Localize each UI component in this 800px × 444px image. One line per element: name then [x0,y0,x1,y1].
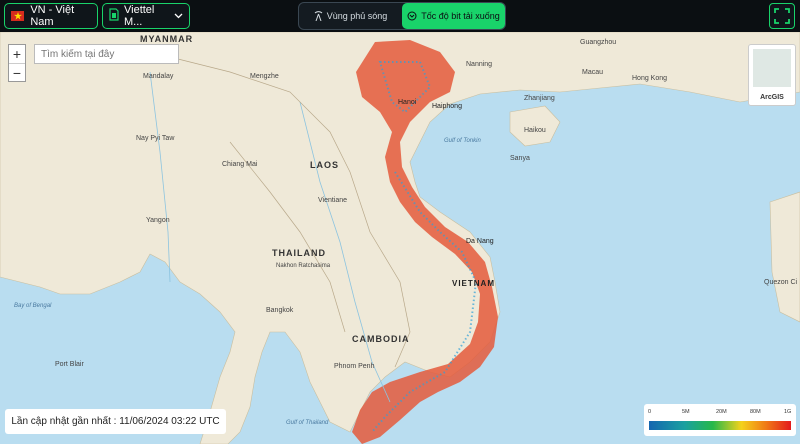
view-mode-tabs: Vùng phủ sóng Tốc độ bit tải xuống [298,2,506,30]
top-bar: VN - Việt Nam Viettel M... Vùng phủ sóng… [0,0,800,32]
label-macau: Macau [582,69,603,76]
label-nakhon: Nakhon Ratchasima [276,263,331,269]
zoom-control: + − [8,44,26,82]
tab-coverage[interactable]: Vùng phủ sóng [299,3,402,29]
label-baybengal: Bay of Bengal [14,303,52,309]
basemap-label: ArcGIS [760,94,784,101]
label-laos: LAOS [310,160,339,170]
label-sanya: Sanya [510,155,530,162]
basemap-toggle[interactable]: ArcGIS [748,44,796,106]
country-label: VN - Việt Nam [30,4,75,28]
basemap-thumbnail [753,49,791,87]
label-hanoi: Hanoi [398,99,417,106]
fullscreen-button[interactable] [769,3,795,29]
label-vietnam: VIETNAM [452,279,495,288]
chevron-down-icon [174,10,183,22]
map-canvas[interactable]: MYANMAR LAOS THAILAND CAMBODIA VIETNAM M… [0,32,800,444]
label-gulftonkin: Gulf of Tonkin [444,138,481,144]
label-myanmar: MYANMAR [140,34,193,44]
label-hongkong: Hong Kong [632,75,667,82]
label-chiangmai: Chiang Mai [222,161,258,168]
label-naypyitaw: Nay Pyi Taw [136,135,175,142]
label-mengzhe: Mengzhe [250,73,279,80]
label-mandalay: Mandalay [143,73,174,80]
label-haikou: Haikou [524,127,546,134]
label-haiphong: Haiphong [432,103,462,110]
tab-download-speed-label: Tốc độ bit tải xuống [421,11,500,21]
tab-download-speed[interactable]: Tốc độ bit tải xuống [402,3,505,29]
label-nanning: Nanning [466,61,492,68]
legend-tick-0: 0 [648,409,652,415]
sim-card-icon [109,8,119,24]
label-gulfthailand: Gulf of Thailand [286,420,329,426]
legend-gradient-bar [649,421,791,430]
label-thailand: THAILAND [272,248,326,258]
label-quezon: Quezon Ci [764,279,798,286]
map-search-input[interactable] [34,44,179,64]
label-bangkok: Bangkok [266,307,294,314]
last-updated-label: Lần cập nhật gần nhất : 11/06/2024 03:22… [5,409,226,434]
signal-tower-icon [314,11,323,21]
operator-selector[interactable]: Viettel M... [102,3,190,29]
label-vientiane: Vientiane [318,197,347,204]
legend-tick-5m: 5M [682,409,690,415]
country-selector[interactable]: VN - Việt Nam [4,3,98,29]
vietnam-flag-icon [11,11,25,21]
speed-legend: 0 5M 20M 80M 1G [644,404,796,436]
fullscreen-icon [774,8,790,24]
label-yangon: Yangon [146,217,170,224]
zoom-out-button[interactable]: − [9,64,25,82]
tab-coverage-label: Vùng phủ sóng [326,11,388,21]
download-icon [407,11,417,21]
label-guangzhou: Guangzhou [580,39,616,46]
legend-tick-1g: 1G [784,409,792,415]
label-zhanjiang: Zhanjiang [524,95,555,102]
operator-label: Viettel M... [124,4,155,28]
label-phnompenh: Phnom Penh [334,363,375,370]
label-portblair: Port Blair [55,361,84,368]
label-cambodia: CAMBODIA [352,334,410,344]
label-danang: Da Nang [466,238,494,245]
legend-tick-20m: 20M [716,409,727,415]
legend-tick-80m: 80M [750,409,761,415]
zoom-in-button[interactable]: + [9,45,25,64]
